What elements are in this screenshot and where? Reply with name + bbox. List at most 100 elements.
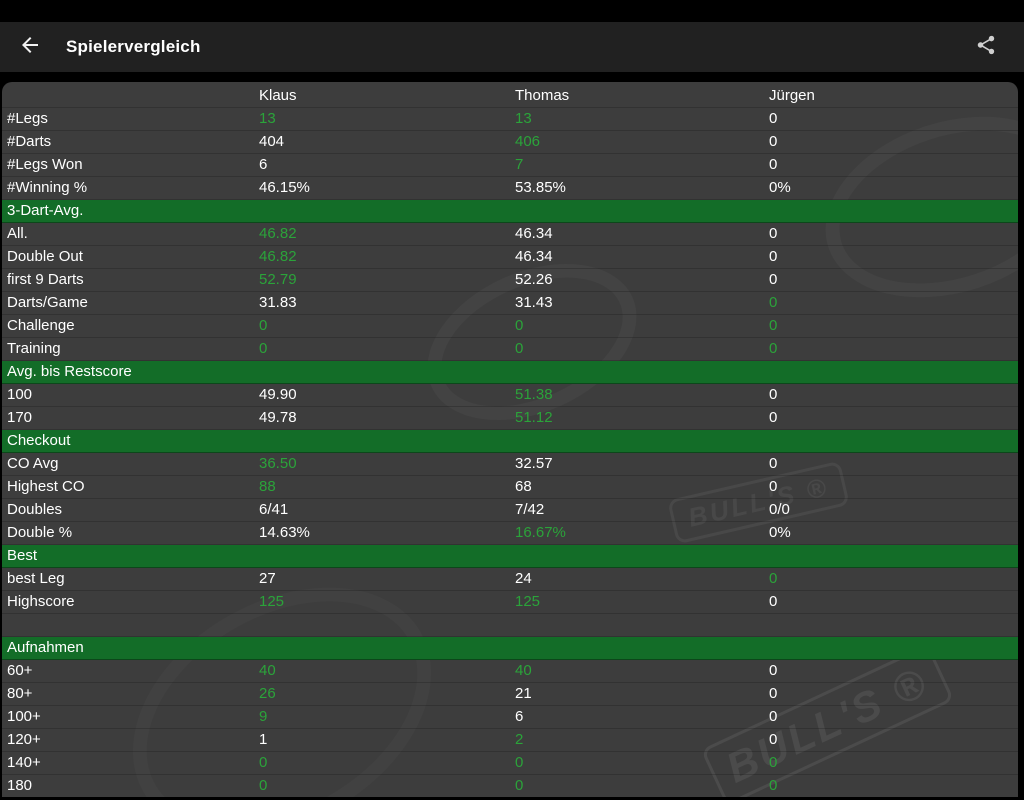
section-header-row: Checkout [2, 430, 1018, 453]
cell-thomas: 46.34 [515, 248, 553, 265]
cell-klaus: 1 [259, 731, 268, 748]
table-row: 120+ 1 2 0 [2, 729, 1018, 752]
section-title: Checkout [7, 432, 71, 449]
cell-thomas: 51.38 [515, 386, 553, 403]
cell-klaus: 6 [259, 156, 268, 173]
cell-klaus: 26 [259, 685, 276, 702]
cell-klaus: 46.15% [259, 179, 310, 196]
cell-juergen: 0 [769, 110, 778, 127]
cell-klaus: 14.63% [259, 524, 310, 541]
table-row: Highscore 125 125 0 [2, 591, 1018, 614]
cell-juergen: 0 [769, 708, 778, 725]
row-label: Highscore [7, 593, 75, 610]
cell-juergen: 0 [769, 409, 778, 426]
cell-juergen: 0 [769, 455, 778, 472]
cell-juergen: 0% [769, 524, 791, 541]
cell-klaus: 9 [259, 708, 268, 725]
row-label: first 9 Darts [7, 271, 84, 288]
cell-klaus: 49.90 [259, 386, 297, 403]
table-row: 170 49.78 51.12 0 [2, 407, 1018, 430]
section-title: 3-Dart-Avg. [7, 202, 84, 219]
table-row: Training 0 0 0 [2, 338, 1018, 361]
cell-juergen: 0 [769, 685, 778, 702]
cell-thomas: 0 [515, 340, 524, 357]
table-row: 60+ 40 40 0 [2, 660, 1018, 683]
table-row: All. 46.82 46.34 0 [2, 223, 1018, 246]
cell-klaus: 31.83 [259, 294, 297, 311]
cell-klaus: 0 [259, 340, 268, 357]
row-label: Training [7, 340, 61, 357]
cell-klaus: 404 [259, 133, 285, 150]
row-label: 180 [7, 777, 33, 794]
section-title: Best [7, 547, 38, 564]
cell-juergen: 0% [769, 179, 791, 196]
share-button[interactable] [966, 27, 1006, 67]
cell-klaus: 125 [259, 593, 285, 610]
table-row: Doubles 6/41 7/42 0/0 [2, 499, 1018, 522]
table-row: CO Avg 36.50 32.57 0 [2, 453, 1018, 476]
section-header-row: Best [2, 545, 1018, 568]
table-row: first 9 Darts 52.79 52.26 0 [2, 269, 1018, 292]
table-row: #Legs Won 6 7 0 [2, 154, 1018, 177]
cell-klaus: 88 [259, 478, 276, 495]
row-label: 80+ [7, 685, 33, 702]
table-row: #Darts 404 406 0 [2, 131, 1018, 154]
row-label: 60+ [7, 662, 33, 679]
row-label: Double % [7, 524, 73, 541]
column-header-empty [2, 85, 259, 107]
row-label: Challenge [7, 317, 75, 334]
cell-thomas: 68 [515, 478, 532, 495]
cell-thomas: 0 [515, 317, 524, 334]
cell-juergen: 0 [769, 386, 778, 403]
back-button[interactable] [6, 23, 54, 71]
cell-thomas: 53.85% [515, 179, 566, 196]
cell-juergen: 0 [769, 754, 778, 771]
stats-table[interactable]: BULL'S ® BULL'S ® Klaus Thomas Jürgen #L… [2, 82, 1018, 797]
cell-klaus: 40 [259, 662, 276, 679]
row-label: 100+ [7, 708, 41, 725]
row-label: #Winning % [7, 179, 88, 196]
cell-klaus: 46.82 [259, 225, 297, 242]
section-header-row: Aufnahmen [2, 637, 1018, 660]
cell-thomas: 31.43 [515, 294, 553, 311]
cell-thomas: 21 [515, 685, 532, 702]
section-header-row: Avg. bis Restscore [2, 361, 1018, 384]
cell-thomas: 7 [515, 156, 524, 173]
cell-klaus: 0 [259, 317, 268, 334]
cell-klaus: 6/41 [259, 501, 289, 518]
row-label: Highest CO [7, 478, 85, 495]
cell-klaus: 36.50 [259, 455, 297, 472]
cell-thomas: 32.57 [515, 455, 553, 472]
cell-thomas: 46.34 [515, 225, 553, 242]
section-title: Avg. bis Restscore [7, 363, 132, 380]
row-label: 100 [7, 386, 33, 403]
cell-thomas: 16.67% [515, 524, 566, 541]
cell-thomas: 125 [515, 593, 541, 610]
table-row: Darts/Game 31.83 31.43 0 [2, 292, 1018, 315]
table-row: Highest CO 88 68 0 [2, 476, 1018, 499]
cell-klaus: 0 [259, 777, 268, 794]
row-label: 140+ [7, 754, 41, 771]
cell-thomas: 51.12 [515, 409, 553, 426]
cell-juergen: 0 [769, 248, 778, 265]
cell-klaus: 0 [259, 754, 268, 771]
cell-juergen: 0 [769, 133, 778, 150]
row-label: best Leg [7, 570, 65, 587]
table-row: 100 49.90 51.38 0 [2, 384, 1018, 407]
cell-juergen: 0/0 [769, 501, 790, 518]
row-label: Darts/Game [7, 294, 88, 311]
cell-thomas: 2 [515, 731, 524, 748]
cell-thomas: 6 [515, 708, 524, 725]
cell-thomas: 13 [515, 110, 532, 127]
cell-klaus: 13 [259, 110, 276, 127]
share-icon [975, 34, 997, 61]
column-header-juergen: Jürgen [769, 87, 815, 104]
table-rows: Klaus Thomas Jürgen #Legs 13 13 0 #Darts 404 4… [2, 82, 1018, 797]
cell-juergen: 0 [769, 225, 778, 242]
row-label: #Darts [7, 133, 52, 150]
section-title: Aufnahmen [7, 639, 84, 656]
column-header-klaus: Klaus [259, 87, 297, 104]
row-label: 170 [7, 409, 33, 426]
cell-juergen: 0 [769, 593, 778, 610]
table-row: #Winning % 46.15% 53.85% 0% [2, 177, 1018, 200]
